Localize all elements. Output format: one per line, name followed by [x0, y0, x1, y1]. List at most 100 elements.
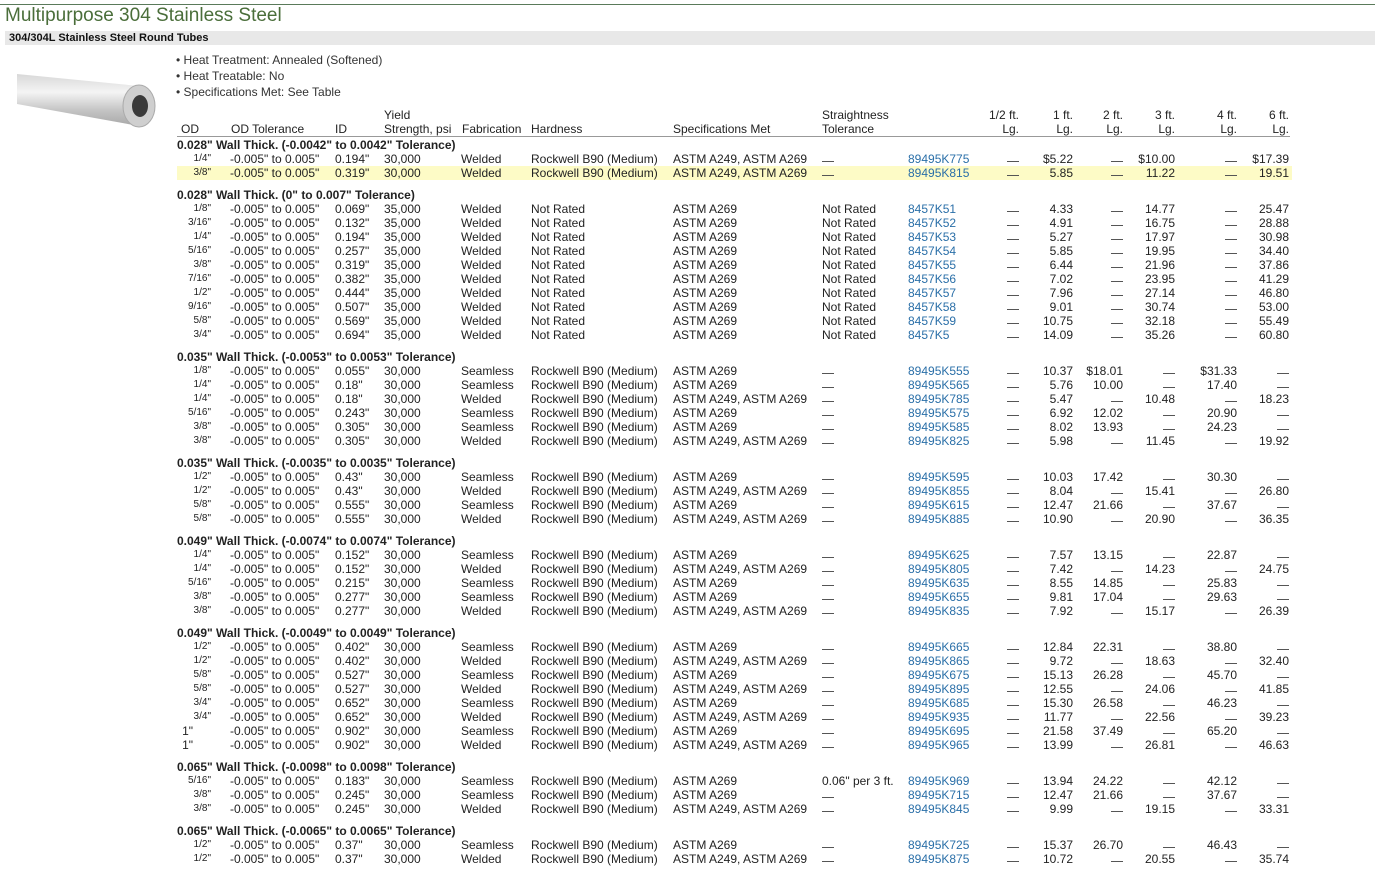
- part-number-link[interactable]: 89495K855: [908, 484, 969, 498]
- part-number-link[interactable]: 89495K595: [908, 470, 969, 484]
- table-row[interactable]: 3/8" -0.005" to 0.005" 0.245" 30,000 Welded R…: [177, 802, 1292, 816]
- table-row[interactable]: 3/8" -0.005" to 0.005" 0.277" 30,000 Seamles…: [177, 590, 1292, 604]
- table-row[interactable]: 1/4" -0.005" to 0.005" 0.18" 30,000 Seamless…: [177, 378, 1292, 392]
- part-number-link[interactable]: 89495K775: [908, 152, 969, 166]
- table-row[interactable]: 1/4" -0.005" to 0.005" 0.152" 30,000 Welded R…: [177, 562, 1292, 576]
- table-row[interactable]: 1/4" -0.005" to 0.005" 0.194" 30,000 Welded R…: [177, 152, 1292, 166]
- part-number-link[interactable]: 89495K785: [908, 392, 969, 406]
- table-row[interactable]: 1/2" -0.005" to 0.005" 0.43" 30,000 Seamless…: [177, 470, 1292, 484]
- price-6-ft: 30.98: [1258, 230, 1289, 244]
- specifications-cell: ASTM A269: [673, 838, 738, 852]
- price-4-ft: 45.70: [1206, 668, 1237, 682]
- table-row[interactable]: 3/8" -0.005" to 0.005" 0.319" 30,000 Welded R…: [177, 166, 1292, 180]
- table-row[interactable]: 5/8" -0.005" to 0.005" 0.527" 30,000 Welded R…: [177, 682, 1292, 696]
- table-row[interactable]: 5/8" -0.005" to 0.005" 0.527" 30,000 Seamles…: [177, 668, 1292, 682]
- part-number-link[interactable]: 8457K52: [908, 216, 956, 230]
- part-number-link[interactable]: 89495K575: [908, 406, 969, 420]
- part-number-link[interactable]: 89495K675: [908, 668, 969, 682]
- part-number-link[interactable]: 8457K59: [908, 314, 956, 328]
- table-row[interactable]: 3/8" -0.005" to 0.005" 0.245" 30,000 Seamles…: [177, 788, 1292, 802]
- empty-dash: [1225, 604, 1237, 614]
- table-row[interactable]: 3/4" -0.005" to 0.005" 0.694" 35,000 Welded N…: [177, 328, 1292, 342]
- part-number-link[interactable]: 8457K55: [908, 258, 956, 272]
- table-row[interactable]: 5/16" -0.005" to 0.005" 0.215" 30,000 Seamle…: [177, 576, 1292, 590]
- part-number-link[interactable]: 89495K935: [908, 710, 969, 724]
- table-row[interactable]: 1/2" -0.005" to 0.005" 0.402" 30,000 Seamles…: [177, 640, 1292, 654]
- table-row[interactable]: 1/4" -0.005" to 0.005" 0.18" 30,000 Welded Ro…: [177, 392, 1292, 406]
- table-row[interactable]: 3/8" -0.005" to 0.005" 0.277" 30,000 Welded R…: [177, 604, 1292, 618]
- table-row[interactable]: 5/8" -0.005" to 0.005" 0.569" 35,000 Welded N…: [177, 314, 1292, 328]
- part-number-link[interactable]: 89495K635: [908, 576, 969, 590]
- part-number-link[interactable]: 89495K655: [908, 590, 969, 604]
- table-row[interactable]: 1/2" -0.005" to 0.005" 0.37" 30,000 Seamless…: [177, 838, 1292, 852]
- part-number-link[interactable]: 89495K835: [908, 604, 969, 618]
- empty-dash: [822, 548, 834, 558]
- part-number-link[interactable]: 89495K815: [908, 166, 969, 180]
- part-number-link[interactable]: 89495K555: [908, 364, 969, 378]
- part-number-link[interactable]: 89495K715: [908, 788, 969, 802]
- table-row[interactable]: 1/2" -0.005" to 0.005" 0.402" 30,000 Welded R…: [177, 654, 1292, 668]
- part-number-link[interactable]: 89495K865: [908, 654, 969, 668]
- part-number-link[interactable]: 89495K845: [908, 802, 969, 816]
- part-number-link[interactable]: 89495K875: [908, 852, 969, 866]
- part-number-link[interactable]: 8457K54: [908, 244, 956, 258]
- table-row[interactable]: 1/2" -0.005" to 0.005" 0.444" 35,000 Welded N…: [177, 286, 1292, 300]
- hardness-cell: Rockwell B90 (Medium): [531, 710, 658, 724]
- part-number-link[interactable]: 89495K585: [908, 420, 969, 434]
- table-row[interactable]: 1" -0.005" to 0.005" 0.902" 30,000 Seamless R…: [177, 724, 1292, 738]
- part-number-link[interactable]: 89495K969: [908, 774, 969, 788]
- table-row[interactable]: 5/8" -0.005" to 0.005" 0.555" 30,000 Seamles…: [177, 498, 1292, 512]
- empty-dash: [1277, 696, 1289, 706]
- table-row[interactable]: 5/16" -0.005" to 0.005" 0.183" 30,000 Seamle…: [177, 774, 1292, 788]
- table-row[interactable]: 5/16" -0.005" to 0.005" 0.257" 35,000 Welded…: [177, 244, 1292, 258]
- table-row[interactable]: 3/8" -0.005" to 0.005" 0.319" 35,000 Welded N…: [177, 258, 1292, 272]
- straightness-cell: Not Rated: [822, 300, 877, 314]
- table-row[interactable]: 1" -0.005" to 0.005" 0.902" 30,000 Welded Roc…: [177, 738, 1292, 752]
- part-number-link[interactable]: 89495K895: [908, 682, 969, 696]
- part-number-link[interactable]: 8457K56: [908, 272, 956, 286]
- price-3-ft: [1123, 788, 1175, 802]
- part-number-link[interactable]: 89495K665: [908, 640, 969, 654]
- price-2-ft: [1073, 682, 1123, 696]
- part-number-link[interactable]: 8457K51: [908, 202, 956, 216]
- specifications-cell: ASTM A269: [673, 640, 738, 654]
- table-row[interactable]: 5/16" -0.005" to 0.005" 0.243" 30,000 Seamle…: [177, 406, 1292, 420]
- table-row[interactable]: 3/4" -0.005" to 0.005" 0.652" 30,000 Welded R…: [177, 710, 1292, 724]
- price-2-ft: [1073, 286, 1123, 300]
- part-number-link[interactable]: 89495K565: [908, 378, 969, 392]
- table-row[interactable]: 3/16" -0.005" to 0.005" 0.132" 35,000 Welded…: [177, 216, 1292, 230]
- table-row[interactable]: 1/8" -0.005" to 0.005" 0.069" 35,000 Welded N…: [177, 202, 1292, 216]
- table-row[interactable]: 3/4" -0.005" to 0.005" 0.652" 30,000 Seamles…: [177, 696, 1292, 710]
- part-number-link[interactable]: 89495K625: [908, 548, 969, 562]
- part-number-link[interactable]: 8457K53: [908, 230, 956, 244]
- empty-dash: [1225, 286, 1237, 296]
- part-number-link[interactable]: 89495K685: [908, 696, 969, 710]
- part-number-link[interactable]: 89495K825: [908, 434, 969, 448]
- table-row[interactable]: 3/8" -0.005" to 0.005" 0.305" 30,000 Welded R…: [177, 434, 1292, 448]
- empty-dash: [1111, 166, 1123, 176]
- part-number-link[interactable]: 8457K58: [908, 300, 956, 314]
- table-row[interactable]: 1/4" -0.005" to 0.005" 0.152" 30,000 Seamles…: [177, 548, 1292, 562]
- part-number-link[interactable]: 89495K885: [908, 512, 969, 526]
- table-row[interactable]: 1/4" -0.005" to 0.005" 0.194" 35,000 Welded N…: [177, 230, 1292, 244]
- part-number-link[interactable]: 89495K695: [908, 724, 969, 738]
- table-row[interactable]: 1/8" -0.005" to 0.005" 0.055" 30,000 Seamles…: [177, 364, 1292, 378]
- part-number-link[interactable]: 89495K965: [908, 738, 969, 752]
- table-row[interactable]: 5/8" -0.005" to 0.005" 0.555" 30,000 Welded R…: [177, 512, 1292, 526]
- subtitle-band: [5, 31, 1375, 45]
- price-6-ft: 35.74: [1258, 852, 1289, 866]
- empty-dash: [1007, 838, 1019, 848]
- table-row[interactable]: 1/2" -0.005" to 0.005" 0.37" 30,000 Welded Ro…: [177, 852, 1292, 866]
- part-number-link[interactable]: 8457K57: [908, 286, 956, 300]
- table-row[interactable]: 7/16" -0.005" to 0.005" 0.382" 35,000 Welded…: [177, 272, 1292, 286]
- part-number-link[interactable]: 89495K725: [908, 838, 969, 852]
- table-row[interactable]: 9/16" -0.005" to 0.005" 0.507" 35,000 Welded…: [177, 300, 1292, 314]
- empty-dash: [822, 470, 834, 480]
- part-number-link[interactable]: 8457K5: [908, 328, 949, 342]
- price-3-ft: 24.06: [1144, 682, 1175, 696]
- table-row[interactable]: 3/8" -0.005" to 0.005" 0.305" 30,000 Seamles…: [177, 420, 1292, 434]
- table-row[interactable]: 1/2" -0.005" to 0.005" 0.43" 30,000 Welded Ro…: [177, 484, 1292, 498]
- part-number-link[interactable]: 89495K805: [908, 562, 969, 576]
- part-number-link[interactable]: 89495K615: [908, 498, 969, 512]
- id-cell: 0.527": [335, 682, 370, 696]
